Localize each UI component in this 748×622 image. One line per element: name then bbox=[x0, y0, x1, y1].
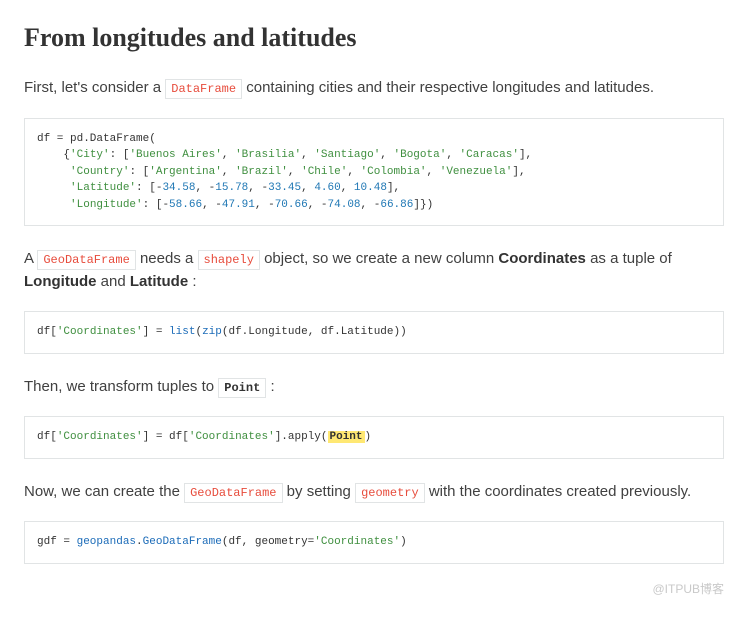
inline-code-geodataframe: GeoDataFrame bbox=[37, 250, 135, 270]
inline-code-point-hl: Point bbox=[218, 378, 266, 398]
inline-code-geometry: geometry bbox=[355, 483, 425, 503]
paragraph-create-gdf: Now, we can create the GeoDataFrame by s… bbox=[24, 481, 724, 504]
watermark-text: @ITPUB博客 bbox=[24, 580, 724, 598]
text: needs a bbox=[136, 250, 198, 267]
text: as a tuple of bbox=[586, 250, 672, 267]
text: by setting bbox=[283, 483, 356, 500]
inline-code-shapely: shapely bbox=[198, 250, 260, 270]
code-block-apply-point: df['Coordinates'] = df['Coordinates'].ap… bbox=[24, 416, 724, 459]
text: containing cities and their respective l… bbox=[242, 79, 654, 96]
section-heading: From longitudes and latitudes bbox=[24, 18, 724, 57]
highlight-point: Point bbox=[328, 431, 365, 443]
code-block-gdf-create: gdf = geopandas.GeoDataFrame(df, geometr… bbox=[24, 521, 724, 564]
text: A bbox=[24, 250, 37, 267]
text: First, let's consider a bbox=[24, 79, 165, 96]
bold-longitude: Longitude bbox=[24, 273, 96, 290]
text: Now, we can create the bbox=[24, 483, 184, 500]
bold-coordinates: Coordinates bbox=[498, 250, 586, 267]
text: Then, we transform tuples to bbox=[24, 378, 218, 395]
text: object, so we create a new column bbox=[260, 250, 498, 267]
text: and bbox=[96, 273, 129, 290]
paragraph-point: Then, we transform tuples to Point : bbox=[24, 376, 724, 399]
paragraph-geodataframe: A GeoDataFrame needs a shapely object, s… bbox=[24, 248, 724, 293]
inline-code-dataframe: DataFrame bbox=[165, 79, 242, 99]
text: : bbox=[266, 378, 274, 395]
text: : bbox=[188, 273, 196, 290]
inline-code-geodataframe2: GeoDataFrame bbox=[184, 483, 282, 503]
code-block-coordinates-zip: df['Coordinates'] = list(zip(df.Longitud… bbox=[24, 311, 724, 354]
paragraph-intro: First, let's consider a DataFrame contai… bbox=[24, 77, 724, 100]
bold-latitude: Latitude bbox=[130, 273, 188, 290]
text: with the coordinates created previously. bbox=[425, 483, 692, 500]
code-block-dataframe-create: df = pd.DataFrame( {'City': ['Buenos Air… bbox=[24, 118, 724, 227]
